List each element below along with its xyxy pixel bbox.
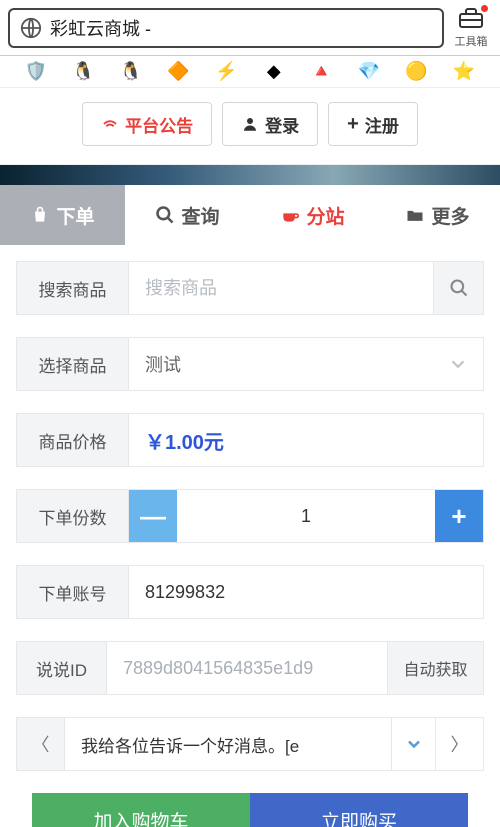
talkid-field[interactable] xyxy=(107,642,387,694)
globe-icon xyxy=(20,17,42,39)
announce-button[interactable]: 平台公告 xyxy=(82,102,212,146)
select-label: 选择商品 xyxy=(17,338,129,390)
price-field: ￥1.00元 xyxy=(129,414,483,466)
qty-label: 下单份数 xyxy=(17,490,129,542)
notification-dot xyxy=(481,5,488,12)
select-field[interactable]: 测试 xyxy=(129,338,483,390)
bag-icon xyxy=(30,205,50,225)
login-label: 登录 xyxy=(265,112,299,137)
mini-icon-star[interactable]: ⭐ xyxy=(450,62,478,82)
user-icon xyxy=(241,115,259,133)
buy-now-button[interactable]: 立即购买 xyxy=(250,793,468,827)
tab-order[interactable]: 下单 xyxy=(0,185,125,245)
announce-label: 平台公告 xyxy=(125,112,193,137)
search-button[interactable] xyxy=(433,262,483,314)
mini-icon-super[interactable]: 🔶 xyxy=(165,62,193,82)
tab-branch-label: 分站 xyxy=(306,202,344,229)
select-value: 测试 xyxy=(145,351,181,377)
select-product-row[interactable]: 选择商品 测试 xyxy=(16,337,484,391)
banner-strip xyxy=(0,165,500,185)
qty-field[interactable] xyxy=(177,490,435,542)
search-label: 搜索商品 xyxy=(17,262,129,314)
action-buttons: 加入购物车 立即购买 xyxy=(32,793,468,827)
chevron-down-icon xyxy=(447,353,469,375)
price-row: 商品价格 ￥1.00元 xyxy=(16,413,484,467)
msg-dropdown-button[interactable] xyxy=(391,718,435,770)
tab-more[interactable]: 更多 xyxy=(375,185,500,245)
tab-query[interactable]: 查询 xyxy=(125,185,250,245)
browser-bar: 彩虹云商城 - 工具箱 xyxy=(0,0,500,56)
price-value: ￥1.00元 xyxy=(145,426,224,455)
talkid-label: 说说ID xyxy=(17,642,107,694)
tab-more-label: 更多 xyxy=(431,202,469,229)
plus-icon: + xyxy=(347,113,359,136)
mini-icon-coin[interactable]: 🟡 xyxy=(403,62,431,82)
qty-input[interactable] xyxy=(193,506,419,527)
mini-icon-qq-b[interactable]: 🐧 xyxy=(117,62,145,82)
account-input[interactable] xyxy=(145,582,467,603)
talkid-row: 说说ID 自动获取 xyxy=(16,641,484,695)
msg-prev-button[interactable]: 〈 xyxy=(17,718,65,770)
qty-minus-button[interactable]: — xyxy=(129,490,177,542)
qty-plus-button[interactable]: + xyxy=(435,490,483,542)
mini-icon-s[interactable]: 🔺 xyxy=(307,62,335,82)
register-label: 注册 xyxy=(365,112,399,137)
msg-next-button[interactable]: 〉 xyxy=(435,718,483,770)
auto-fetch-button[interactable]: 自动获取 xyxy=(387,642,483,694)
toolbox-button[interactable]: 工具箱 xyxy=(450,6,492,49)
mini-icon-gem[interactable]: 💎 xyxy=(355,62,383,82)
quantity-row: 下单份数 — + xyxy=(16,489,484,543)
top-nav: 平台公告 登录 + 注册 xyxy=(0,88,500,165)
mini-icon-shield[interactable]: 🛡️ xyxy=(22,62,50,82)
msg-value: 我给各位告诉一个好消息。[e xyxy=(81,732,299,757)
login-button[interactable]: 登录 xyxy=(222,102,318,146)
search-input[interactable] xyxy=(145,278,417,299)
toolbox-icon xyxy=(457,6,485,30)
price-label: 商品价格 xyxy=(17,414,129,466)
mini-icon-qq-a[interactable]: 🐧 xyxy=(69,62,97,82)
account-row: 下单账号 xyxy=(16,565,484,619)
url-box[interactable]: 彩虹云商城 - xyxy=(8,8,444,48)
mini-icon-bolt[interactable]: ⚡ xyxy=(212,62,240,82)
msg-field[interactable]: 我给各位告诉一个好消息。[e xyxy=(65,718,391,770)
talkid-input[interactable] xyxy=(123,658,371,679)
tab-query-label: 查询 xyxy=(181,202,219,229)
tabs: 下单 查询 分站 更多 xyxy=(0,185,500,245)
toolbox-label: 工具箱 xyxy=(450,33,492,49)
wifi-icon xyxy=(101,115,119,133)
account-label: 下单账号 xyxy=(17,566,129,618)
url-text: 彩虹云商城 - xyxy=(50,15,151,41)
coffee-icon xyxy=(280,205,300,225)
tab-order-label: 下单 xyxy=(56,202,94,229)
folder-icon xyxy=(405,205,425,225)
add-to-cart-button[interactable]: 加入购物车 xyxy=(32,793,250,827)
tab-branch[interactable]: 分站 xyxy=(250,185,375,245)
register-button[interactable]: + 注册 xyxy=(328,102,418,146)
search-field[interactable] xyxy=(129,262,433,314)
mini-icon-diamond[interactable]: ◆ xyxy=(260,62,288,82)
search-icon xyxy=(155,205,175,225)
order-form: 搜索商品 选择商品 测试 商品价格 ￥1.00元 下单份数 — + 下单账号 xyxy=(0,245,500,827)
shortcut-icon-row: 🛡️ 🐧 🐧 🔶 ⚡ ◆ 🔺 💎 🟡 ⭐ xyxy=(0,56,500,88)
search-row: 搜索商品 xyxy=(16,261,484,315)
account-field[interactable] xyxy=(129,566,483,618)
message-row: 〈 我给各位告诉一个好消息。[e 〉 xyxy=(16,717,484,771)
